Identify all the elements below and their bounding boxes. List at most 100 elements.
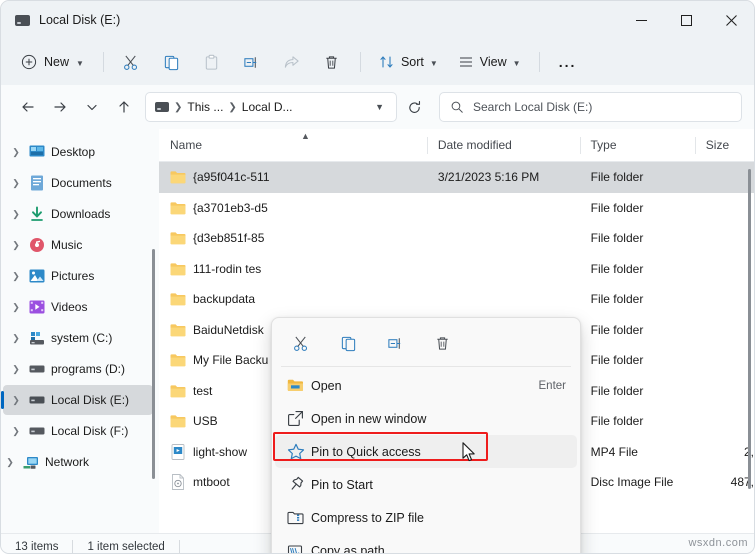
context-delete-button[interactable] (419, 327, 466, 359)
column-header-type-label: Type (591, 138, 617, 152)
expand-chevron-icon[interactable]: ❯ (3, 457, 17, 468)
refresh-button[interactable] (399, 92, 429, 122)
drive-icon (28, 392, 46, 408)
file-name-label: My File Backu (193, 353, 268, 367)
context-item-pin-to-start[interactable]: Pin to Start (275, 468, 577, 501)
column-header-size[interactable]: Size (695, 129, 754, 162)
sidebar-item-videos[interactable]: ❯ Videos (3, 292, 153, 322)
folder-icon (170, 292, 186, 306)
column-header-name[interactable]: Name ▲ (159, 129, 427, 162)
context-item-open[interactable]: Open Enter (275, 369, 577, 402)
search-input[interactable]: Search Local Disk (E:) (439, 92, 742, 122)
file-type-cell: File folder (580, 384, 695, 398)
context-item-pin-to-quick-access[interactable]: Pin to Quick access (275, 435, 577, 468)
expand-chevron-icon[interactable]: ❯ (9, 395, 23, 406)
disc-image-icon (170, 474, 186, 490)
breadcrumb-item-0[interactable]: This ... (187, 100, 223, 114)
sidebar-scrollbar[interactable] (152, 249, 155, 479)
address-bar[interactable]: ❯ This ... ❯ Local D... ▼ (145, 92, 397, 122)
context-item-compress-to-zip[interactable]: Compress to ZIP file (275, 501, 577, 534)
pictures-icon (28, 268, 46, 284)
file-explorer-window: Local Disk (E:) New ▼ (0, 0, 755, 554)
new-button-label: New (44, 55, 69, 69)
plus-circle-icon (21, 54, 37, 70)
context-rename-button[interactable] (372, 327, 419, 359)
file-date-cell: 3/21/2023 5:16 PM (427, 170, 580, 184)
sidebar-item-desktop[interactable]: ❯ Desktop (3, 137, 153, 167)
sidebar-item-system-c[interactable]: ❯ system (C:) (3, 323, 153, 353)
folder-open-icon (287, 378, 311, 393)
column-header-date-modified[interactable]: Date modified (427, 129, 580, 162)
file-type-cell: File folder (580, 353, 695, 367)
sidebar-item-pictures[interactable]: ❯ Pictures (3, 261, 153, 291)
chevron-down-icon: ▼ (76, 59, 84, 68)
sidebar-item-local-disk-e[interactable]: ❯ Local Disk (E:) (3, 385, 153, 415)
sidebar-item-label: Desktop (51, 145, 95, 159)
file-name-label: backupdata (193, 292, 255, 306)
forward-button[interactable] (45, 92, 75, 122)
context-menu-divider (281, 366, 571, 367)
folder-icon (170, 353, 186, 367)
sidebar-item-music[interactable]: ❯ Music (3, 230, 153, 260)
expand-chevron-icon[interactable]: ❯ (9, 333, 23, 344)
expand-chevron-icon[interactable]: ❯ (9, 364, 23, 375)
view-button[interactable]: View ▼ (449, 46, 530, 78)
copy-button[interactable] (153, 46, 191, 78)
sort-button[interactable]: Sort ▼ (370, 46, 447, 78)
file-size-cell: 2, (695, 445, 754, 459)
table-row[interactable]: backupdata File folder (159, 284, 754, 315)
search-placeholder: Search Local Disk (E:) (473, 100, 592, 114)
minimize-button[interactable] (619, 1, 664, 39)
pin-icon (287, 476, 311, 493)
context-cut-button[interactable] (278, 327, 325, 359)
share-icon (283, 54, 300, 71)
expand-chevron-icon[interactable]: ❯ (9, 240, 23, 251)
back-button[interactable] (13, 92, 43, 122)
expand-chevron-icon[interactable]: ❯ (9, 147, 23, 158)
table-row[interactable]: 111-rodin tes File folder (159, 254, 754, 285)
sidebar-item-network[interactable]: ❯ Network (3, 447, 153, 477)
new-window-icon (287, 410, 311, 427)
explorer-body: ❯ Desktop ❯ Documents ❯ Downloads (1, 129, 754, 533)
recent-locations-button[interactable] (77, 92, 107, 122)
table-row[interactable]: {d3eb851f-85 File folder (159, 223, 754, 254)
drive-icon (28, 423, 46, 439)
expand-chevron-icon[interactable]: ❯ (9, 209, 23, 220)
column-header-type[interactable]: Type (580, 129, 695, 162)
see-more-button[interactable]: ... (549, 46, 587, 78)
delete-button[interactable] (313, 46, 351, 78)
context-item-open-in-new-window[interactable]: Open in new window (275, 402, 577, 435)
file-name-cell: 111-rodin tes (159, 262, 427, 276)
context-copy-button[interactable] (325, 327, 372, 359)
sidebar-item-documents[interactable]: ❯ Documents (3, 168, 153, 198)
file-type-cell: File folder (580, 170, 695, 184)
expand-chevron-icon[interactable]: ❯ (9, 426, 23, 437)
context-item-label: Open in new window (311, 412, 566, 426)
new-button[interactable]: New ▼ (13, 46, 94, 78)
maximize-button[interactable] (664, 1, 709, 39)
address-chevron-down-icon[interactable]: ▼ (369, 102, 390, 112)
file-list-scrollbar[interactable] (748, 169, 751, 489)
table-row[interactable]: {a3701eb3-d5 File folder (159, 193, 754, 224)
cut-button[interactable] (113, 46, 151, 78)
paste-button[interactable] (193, 46, 231, 78)
zip-icon (287, 510, 311, 526)
sidebar-item-programs-d[interactable]: ❯ programs (D:) (3, 354, 153, 384)
downloads-icon (28, 206, 46, 222)
context-item-copy-as-path[interactable]: Copy as path (275, 534, 577, 554)
expand-chevron-icon[interactable]: ❯ (9, 302, 23, 313)
expand-chevron-icon[interactable]: ❯ (9, 178, 23, 189)
folder-icon (170, 201, 186, 215)
table-row[interactable]: {a95f041c-511 3/21/2023 5:16 PM File fol… (159, 162, 754, 193)
rename-button[interactable] (233, 46, 271, 78)
title-bar: Local Disk (E:) (1, 1, 754, 39)
sidebar-item-local-disk-f[interactable]: ❯ Local Disk (F:) (3, 416, 153, 446)
breadcrumb-item-1[interactable]: Local D... (242, 100, 293, 114)
status-item-count: 13 items (15, 541, 58, 553)
share-button[interactable] (273, 46, 311, 78)
close-button[interactable] (709, 1, 754, 39)
toolbar-divider-3 (539, 52, 540, 72)
sidebar-item-downloads[interactable]: ❯ Downloads (3, 199, 153, 229)
up-button[interactable] (109, 92, 139, 122)
expand-chevron-icon[interactable]: ❯ (9, 271, 23, 282)
